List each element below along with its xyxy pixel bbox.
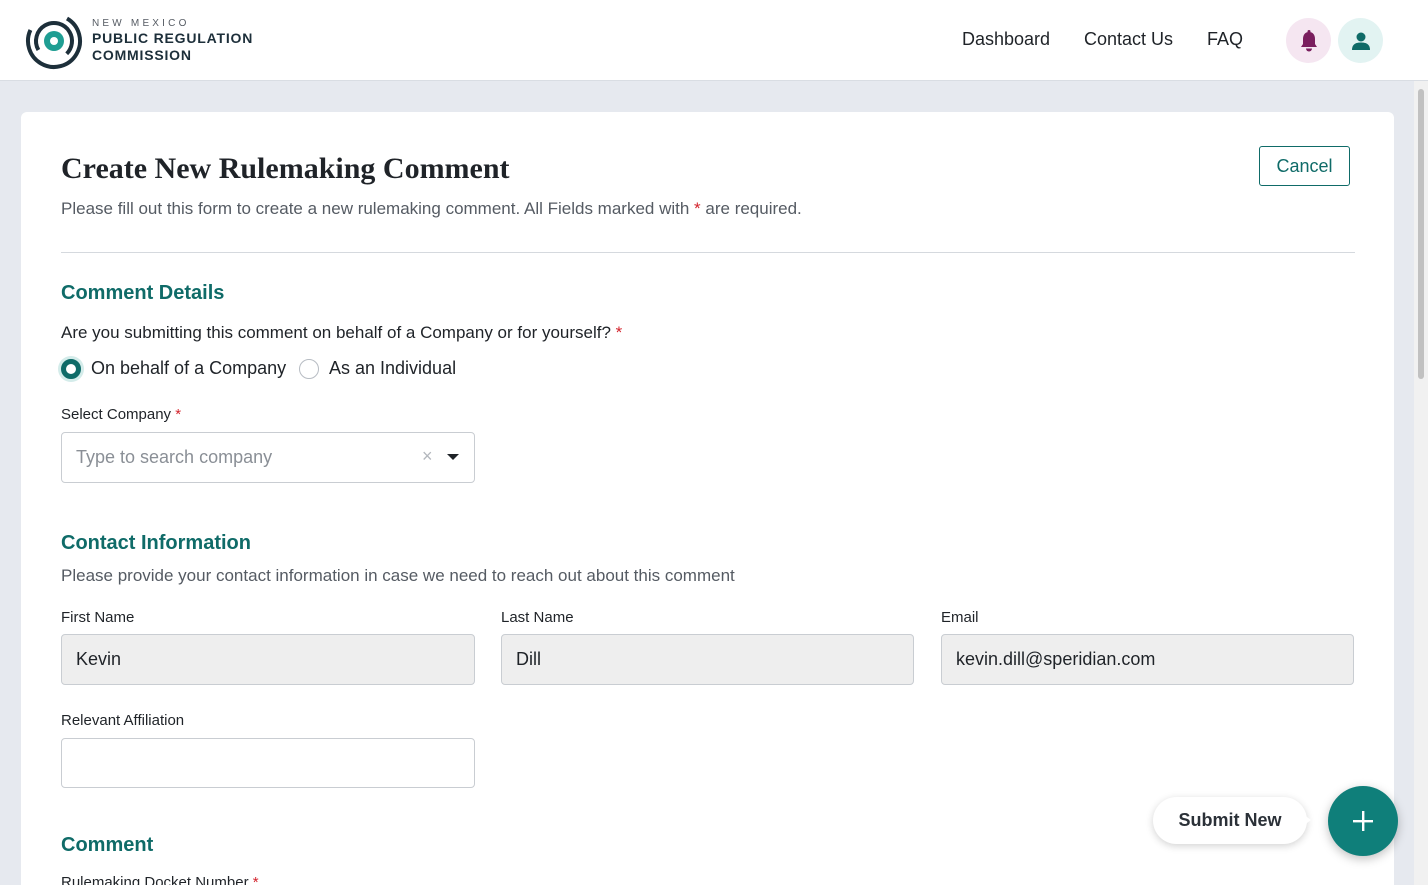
contact-help-text: Please provide your contact information … [61, 566, 735, 585]
last-name-label: Last Name [501, 609, 574, 626]
add-fab-button[interactable] [1328, 786, 1398, 856]
radio-individual[interactable]: As an Individual [299, 358, 456, 379]
section-title-comment: Comment [61, 834, 154, 856]
section-title-contact-information: Contact Information [61, 532, 251, 554]
first-name-field[interactable] [61, 634, 475, 685]
affiliation-input[interactable] [61, 738, 475, 788]
user-menu-button[interactable] [1338, 18, 1383, 63]
question-text: Are you submitting this comment on behal… [61, 323, 611, 342]
clear-icon[interactable]: × [422, 446, 433, 467]
subtitle-text: Please fill out this form to create a ne… [61, 199, 695, 218]
logo-line-3: COMMISSION [92, 47, 192, 63]
required-asterisk: * [175, 406, 182, 423]
radio-company-indicator[interactable] [61, 358, 81, 379]
page-subtitle: Please fill out this form to create a ne… [61, 199, 802, 219]
subtitle-text-end: are required. [700, 199, 802, 218]
radio-individual-indicator[interactable] [299, 358, 319, 379]
logo-mark-icon [26, 13, 82, 69]
required-asterisk: * [694, 199, 701, 218]
select-company-label-text: Select Company [61, 406, 172, 423]
docket-number-label: Rulemaking Docket Number * [61, 874, 259, 885]
radio-company-label: On behalf of a Company [91, 358, 287, 378]
bell-icon [1300, 29, 1317, 51]
company-search-input[interactable] [61, 432, 475, 483]
user-icon [1351, 32, 1370, 50]
chevron-down-icon[interactable] [447, 454, 459, 460]
tooltip-pointer [1303, 814, 1311, 826]
logo-text: NEW MEXICO PUBLIC REGULATION COMMISSION [92, 18, 253, 64]
nav-dashboard[interactable]: Dashboard [962, 29, 1050, 50]
notifications-button[interactable] [1286, 18, 1331, 63]
logo-line-1: NEW MEXICO [92, 18, 190, 29]
required-asterisk: * [615, 323, 623, 342]
submitter-type-question: Are you submitting this comment on behal… [61, 323, 622, 343]
radio-individual-label: As an Individual [329, 358, 457, 378]
header-divider [61, 252, 1355, 253]
logo[interactable]: NEW MEXICO PUBLIC REGULATION COMMISSION [24, 10, 264, 72]
cancel-button[interactable]: Cancel [1259, 146, 1350, 186]
first-name-label: First Name [61, 609, 135, 626]
page-scrollbar[interactable] [1414, 81, 1428, 885]
affiliation-label: Relevant Affiliation [61, 712, 185, 729]
radio-company[interactable]: On behalf of a Company [61, 358, 286, 379]
nav-faq[interactable]: FAQ [1207, 29, 1243, 50]
plus-icon [1353, 811, 1373, 831]
select-company-label: Select Company * [61, 406, 181, 423]
top-bar: NEW MEXICO PUBLIC REGULATION COMMISSION … [0, 0, 1428, 81]
form-card: Create New Rulemaking Comment Please fil… [21, 112, 1394, 885]
submit-new-tooltip[interactable]: Submit New [1153, 797, 1307, 844]
email-field[interactable] [941, 634, 1354, 685]
required-asterisk: * [252, 874, 259, 885]
docket-number-label-text: Rulemaking Docket Number [61, 874, 249, 885]
scrollbar-thumb[interactable] [1418, 89, 1424, 379]
page-title: Create New Rulemaking Comment [61, 152, 510, 185]
nav-contact-us[interactable]: Contact Us [1084, 29, 1173, 50]
last-name-field[interactable] [501, 634, 914, 685]
email-label: Email [941, 609, 979, 626]
section-title-comment-details: Comment Details [61, 282, 225, 304]
logo-line-2: PUBLIC REGULATION [92, 30, 254, 46]
